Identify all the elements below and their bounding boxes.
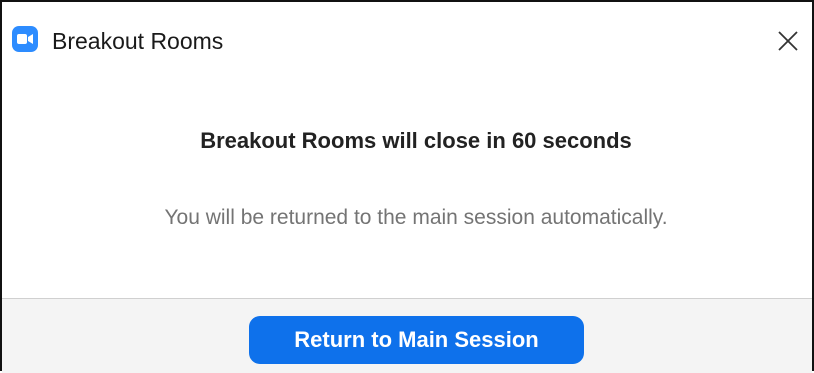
window-title: Breakout Rooms: [52, 28, 224, 54]
close-icon[interactable]: [773, 26, 803, 56]
return-message: You will be returned to the main session…: [164, 206, 668, 229]
title-bar: Breakout Rooms: [2, 2, 812, 78]
dialog-footer: Return to Main Session: [2, 298, 812, 373]
close-button[interactable]: [773, 26, 803, 56]
countdown-headline: Breakout Rooms will close in 60 seconds: [200, 128, 632, 153]
dialog-content: Breakout Rooms will close in 60 seconds …: [2, 78, 812, 298]
return-to-main-session-button[interactable]: Return to Main Session: [249, 316, 584, 364]
zoom-video-icon: [12, 26, 38, 52]
breakout-rooms-dialog: Breakout Rooms Breakout Rooms will close…: [0, 0, 814, 373]
